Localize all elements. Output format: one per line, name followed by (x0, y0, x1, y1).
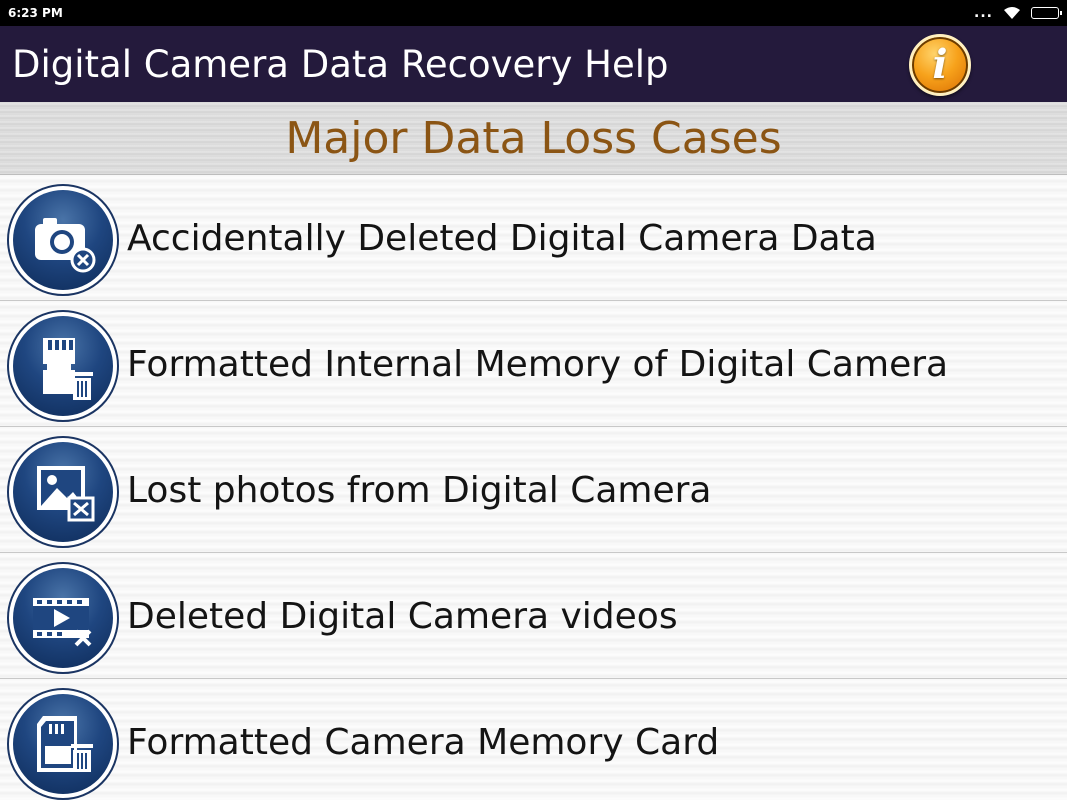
video-delete-icon (7, 562, 119, 674)
list-item-accidentally-deleted[interactable]: Accidentally Deleted Digital Camera Data (0, 175, 1067, 301)
camera-delete-icon (7, 184, 119, 296)
list-item-label: Deleted Digital Camera videos (127, 596, 678, 637)
case-list: Accidentally Deleted Digital Camera Data (0, 175, 1067, 800)
info-button[interactable]: i (909, 34, 971, 96)
list-item-formatted-internal-memory[interactable]: Formatted Internal Memory of Digital Cam… (0, 301, 1067, 427)
app-title: Digital Camera Data Recovery Help (12, 42, 669, 86)
status-icons: ... (974, 5, 1062, 21)
status-time: 6:23 PM (8, 6, 63, 20)
list-item-label: Lost photos from Digital Camera (127, 470, 712, 511)
wifi-icon (1004, 7, 1020, 19)
notification-dots: ... (974, 5, 993, 21)
list-item-deleted-videos[interactable]: Deleted Digital Camera videos (0, 553, 1067, 679)
list-item-label: Formatted Internal Memory of Digital Cam… (127, 344, 949, 385)
sd-card-trash-icon (7, 688, 119, 800)
app-bar: Digital Camera Data Recovery Help i (0, 26, 1067, 102)
info-icon: i (932, 41, 948, 88)
section-header: Major Data Loss Cases (0, 102, 1067, 175)
list-item-label: Accidentally Deleted Digital Camera Data (127, 218, 877, 259)
memory-card-trash-icon (7, 310, 119, 422)
battery-icon (1031, 7, 1062, 19)
section-title: Major Data Loss Cases (285, 112, 782, 164)
list-item-lost-photos[interactable]: Lost photos from Digital Camera (0, 427, 1067, 553)
status-bar: 6:23 PM ... (0, 0, 1067, 26)
photo-delete-icon (7, 436, 119, 548)
list-item-label: Formatted Camera Memory Card (127, 722, 720, 763)
list-item-formatted-memory-card[interactable]: Formatted Camera Memory Card (0, 679, 1067, 800)
